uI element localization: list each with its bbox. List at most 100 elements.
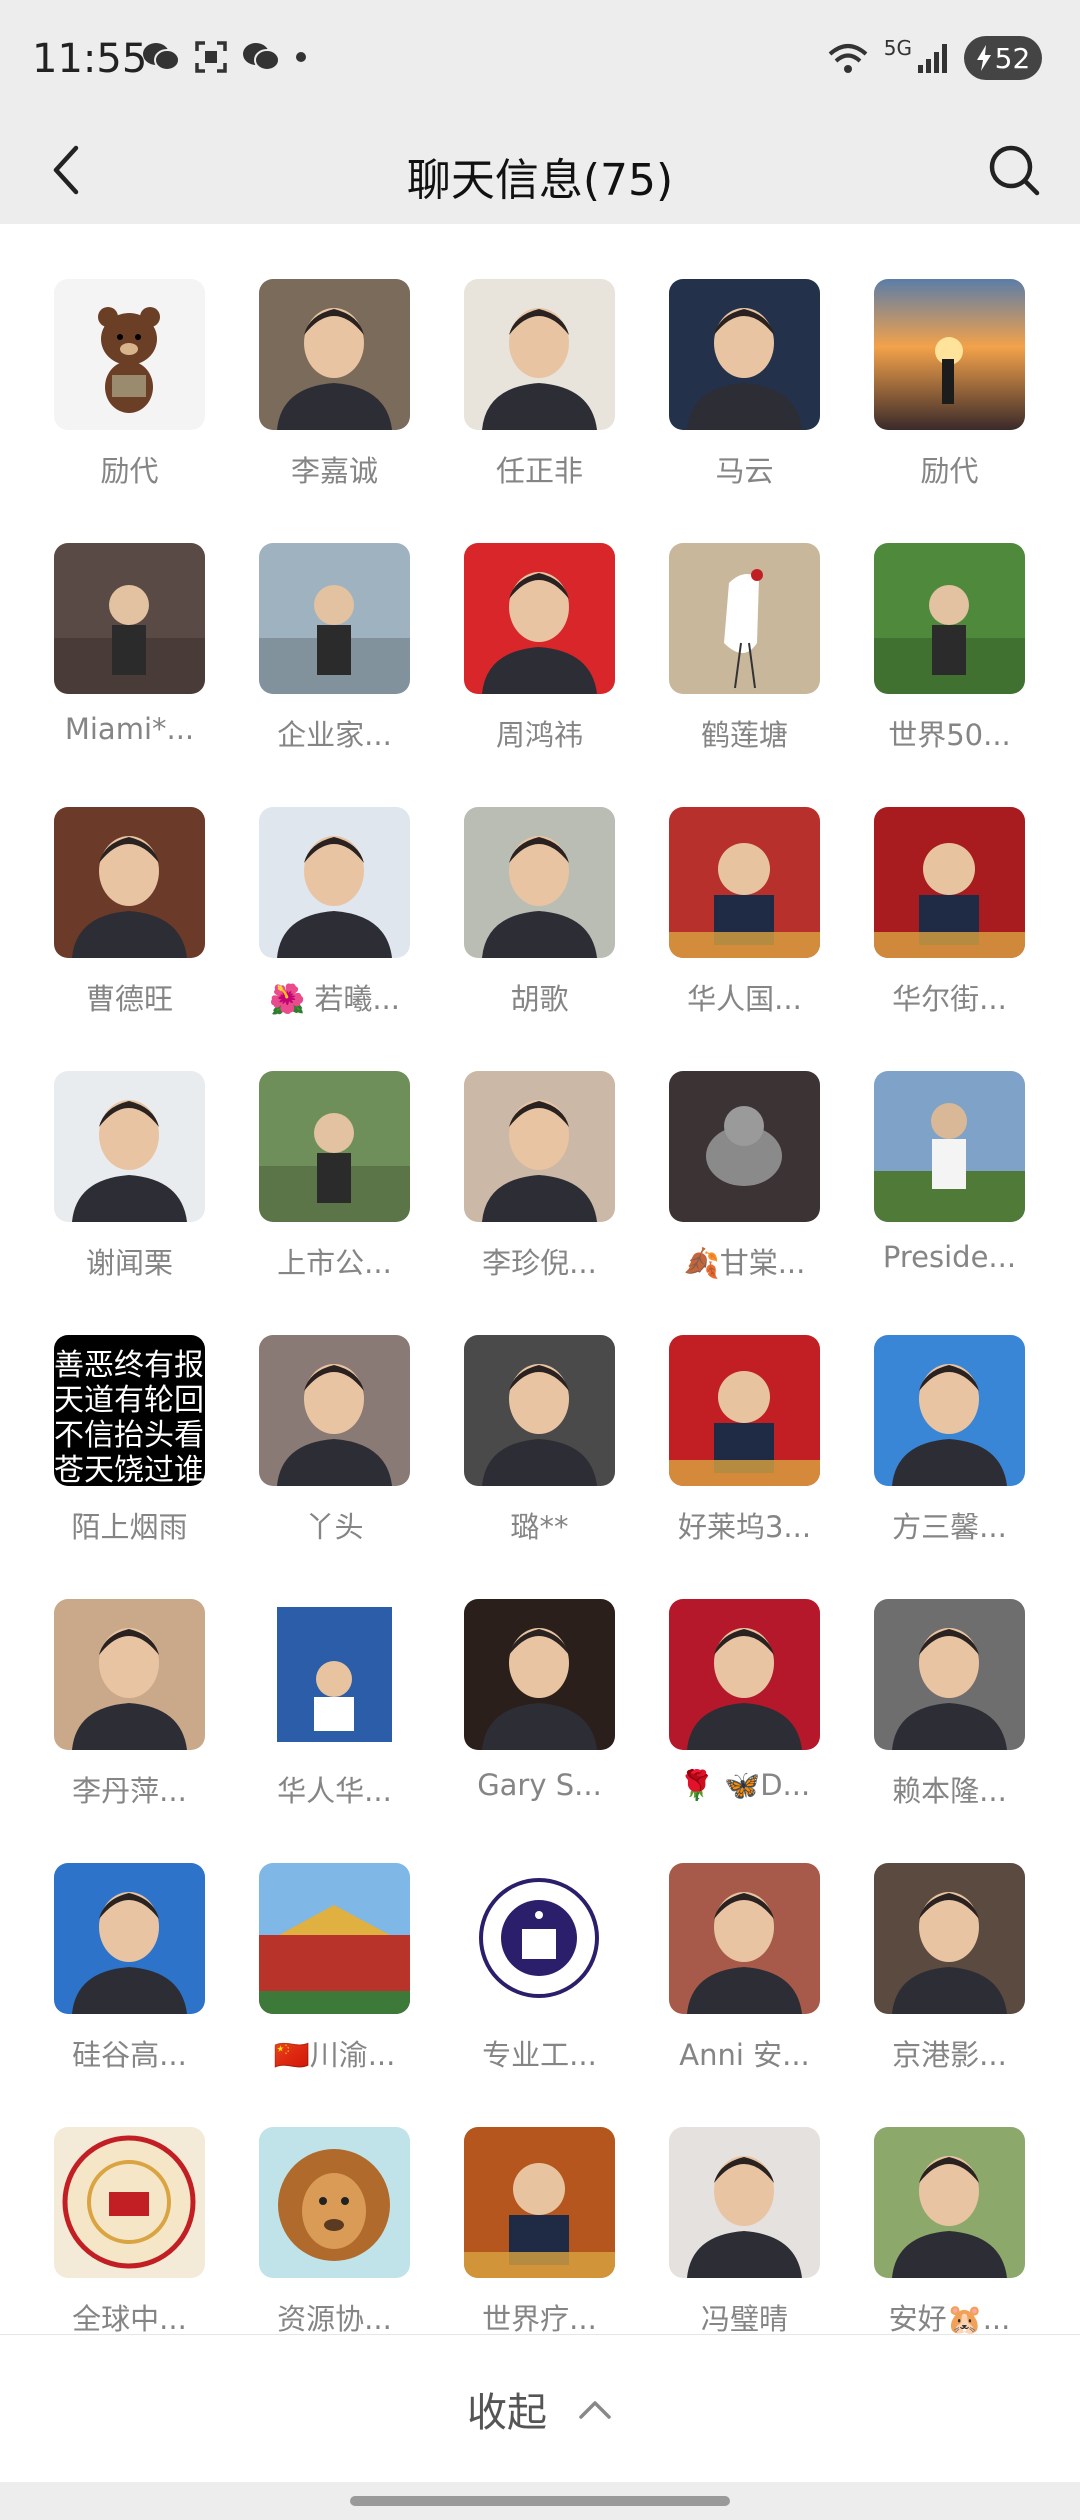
member-item[interactable]: 上市公...: [232, 1016, 437, 1280]
member-name: 鹤莲塘: [700, 718, 788, 752]
member-item[interactable]: 善恶终有报 天道有轮回 不信抬头看 苍天饶过谁 陌上烟雨: [27, 1280, 232, 1544]
member-item[interactable]: Preside...: [847, 1016, 1052, 1280]
member-item[interactable]: 好莱坞3...: [642, 1280, 847, 1544]
member-name: Anni 安...: [679, 2038, 810, 2072]
status-time: 11:55: [32, 36, 148, 82]
member-avatar[interactable]: [54, 1071, 205, 1222]
member-item[interactable]: 世界疗...: [437, 2072, 642, 2334]
home-indicator[interactable]: [350, 2496, 730, 2506]
member-avatar[interactable]: [874, 543, 1025, 694]
member-avatar[interactable]: [669, 543, 820, 694]
member-item[interactable]: 世界50...: [847, 488, 1052, 752]
member-item[interactable]: 🌹 🦋D...: [642, 1544, 847, 1808]
member-item[interactable]: 企业家...: [232, 488, 437, 752]
member-item[interactable]: Gary S...: [437, 1544, 642, 1808]
member-item[interactable]: 丫头: [232, 1280, 437, 1544]
member-item[interactable]: 曹德旺: [27, 752, 232, 1016]
collapse-button[interactable]: 收起: [0, 2334, 1080, 2482]
member-avatar[interactable]: [464, 1599, 615, 1750]
member-item[interactable]: 任正非: [437, 224, 642, 488]
member-avatar[interactable]: [669, 807, 820, 958]
member-avatar[interactable]: [464, 807, 615, 958]
member-item[interactable]: 京港影...: [847, 1808, 1052, 2072]
search-button[interactable]: [978, 134, 1050, 206]
member-item[interactable]: 硅谷高...: [27, 1808, 232, 2072]
member-item[interactable]: 马云: [642, 224, 847, 488]
wechat-icon: [243, 43, 280, 71]
member-item[interactable]: 李丹萍...: [27, 1544, 232, 1808]
search-icon: [989, 145, 1040, 196]
page-title: 聊天信息(75): [406, 155, 674, 206]
member-avatar[interactable]: [874, 1071, 1025, 1222]
member-item[interactable]: 励代: [27, 224, 232, 488]
member-item[interactable]: 谢闻栗: [27, 1016, 232, 1280]
member-avatar[interactable]: [54, 543, 205, 694]
member-name: 全球中...: [72, 2302, 187, 2334]
member-item[interactable]: 赖本隆...: [847, 1544, 1052, 1808]
member-avatar[interactable]: [54, 1863, 205, 2014]
member-item[interactable]: 冯璧晴: [642, 2072, 847, 2334]
member-avatar[interactable]: [259, 2127, 410, 2278]
member-item[interactable]: Anni 安...: [642, 1808, 847, 2072]
member-avatar[interactable]: [54, 279, 205, 430]
system-nav-area: [0, 2482, 1080, 2520]
member-avatar[interactable]: [259, 1335, 410, 1486]
member-item[interactable]: 华尔街...: [847, 752, 1052, 1016]
member-name: 世界疗...: [482, 2302, 597, 2334]
member-avatar[interactable]: [259, 1863, 410, 2014]
member-name: 李嘉诚: [290, 454, 378, 488]
member-avatar[interactable]: [54, 2127, 205, 2278]
member-avatar[interactable]: [259, 543, 410, 694]
member-item[interactable]: 璐**: [437, 1280, 642, 1544]
member-avatar[interactable]: [669, 1863, 820, 2014]
member-item[interactable]: 鹤莲塘: [642, 488, 847, 752]
member-avatar[interactable]: [464, 1863, 615, 2014]
member-avatar[interactable]: [259, 279, 410, 430]
member-item[interactable]: 资源协...: [232, 2072, 437, 2334]
member-avatar[interactable]: [874, 1863, 1025, 2014]
member-name: 好莱坞3...: [677, 1510, 812, 1544]
battery-indicator: 52: [964, 36, 1042, 80]
member-avatar[interactable]: [874, 1599, 1025, 1750]
member-avatar[interactable]: [259, 807, 410, 958]
member-avatar[interactable]: [669, 1335, 820, 1486]
member-avatar[interactable]: [669, 1071, 820, 1222]
member-item[interactable]: 李珍倪...: [437, 1016, 642, 1280]
member-avatar[interactable]: 善恶终有报 天道有轮回 不信抬头看 苍天饶过谁: [54, 1335, 205, 1486]
member-avatar[interactable]: [464, 2127, 615, 2278]
member-avatar[interactable]: [54, 807, 205, 958]
member-item[interactable]: 安好🐹...: [847, 2072, 1052, 2334]
wifi-icon: [828, 44, 868, 73]
member-item[interactable]: 华人国...: [642, 752, 847, 1016]
member-item[interactable]: Miami*...: [27, 488, 232, 752]
member-avatar[interactable]: [874, 807, 1025, 958]
member-item[interactable]: 全球中...: [27, 2072, 232, 2334]
member-avatar[interactable]: [464, 279, 615, 430]
member-item[interactable]: 李嘉诚: [232, 224, 437, 488]
member-name: Preside...: [882, 1240, 1017, 1274]
member-name: 京港影...: [892, 2038, 1007, 2072]
member-avatar[interactable]: [259, 1071, 410, 1222]
member-avatar[interactable]: [669, 2127, 820, 2278]
member-avatar[interactable]: [464, 543, 615, 694]
member-avatar[interactable]: [874, 1335, 1025, 1486]
member-avatar[interactable]: [669, 1599, 820, 1750]
member-item[interactable]: 专业工...: [437, 1808, 642, 2072]
member-item[interactable]: 🇨🇳川渝...: [232, 1808, 437, 2072]
member-item[interactable]: 胡歌: [437, 752, 642, 1016]
member-avatar[interactable]: [54, 1599, 205, 1750]
member-item[interactable]: 🍂甘棠...: [642, 1016, 847, 1280]
member-avatar[interactable]: [874, 279, 1025, 430]
member-avatar[interactable]: [259, 1599, 410, 1750]
member-avatar[interactable]: [669, 279, 820, 430]
member-avatar[interactable]: [464, 1335, 615, 1486]
member-item[interactable]: 方三馨...: [847, 1280, 1052, 1544]
member-avatar[interactable]: [874, 2127, 1025, 2278]
member-item[interactable]: 🌺 若曦...: [232, 752, 437, 1016]
member-avatar[interactable]: [464, 1071, 615, 1222]
member-item[interactable]: 华人华...: [232, 1544, 437, 1808]
member-item[interactable]: 周鸿祎: [437, 488, 642, 752]
member-name: 专业工...: [482, 2038, 597, 2072]
member-name: 璐**: [510, 1510, 569, 1544]
member-item[interactable]: 励代: [847, 224, 1052, 488]
